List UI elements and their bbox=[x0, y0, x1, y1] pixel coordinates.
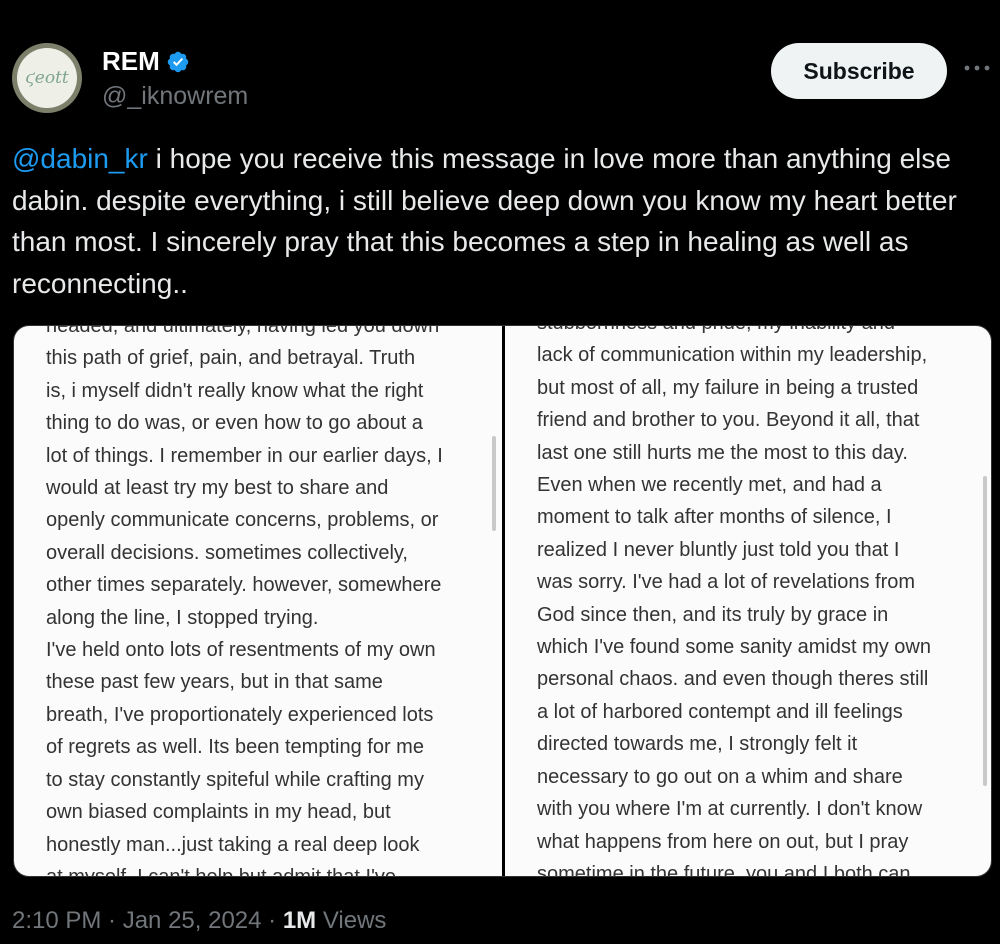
subscribe-button[interactable]: Subscribe bbox=[771, 43, 947, 99]
letter-line: directed towards me, I strongly felt it bbox=[537, 733, 858, 756]
letter-line: breath, I've proportionately experienced… bbox=[46, 703, 434, 726]
letter-line: friend and brother to you. Beyond it all… bbox=[537, 409, 920, 432]
letter-line: which I've found some sanity amidst my o… bbox=[537, 636, 931, 659]
more-horizontal-icon[interactable] bbox=[962, 58, 992, 78]
letter-line: sometime in the future, you and I both c… bbox=[537, 862, 911, 876]
timestamp-text[interactable]: 2:10 PM · Jan 25, 2024 · bbox=[12, 907, 283, 934]
letter-line: Even when we recently met, and had a bbox=[537, 474, 882, 497]
letter-line: would at least try my best to share and bbox=[46, 477, 389, 500]
letter-line: God since then, and its truly by grace i… bbox=[537, 603, 889, 626]
letter-line: along the line, I stopped trying. bbox=[46, 606, 319, 629]
letter-line: but most of all, my failure in being a t… bbox=[537, 376, 919, 399]
letter-line: honestly man...just taking a real deep l… bbox=[46, 833, 420, 856]
letter-line: this path of grief, pain, and betrayal. … bbox=[46, 347, 416, 370]
scrollbar-left[interactable] bbox=[492, 436, 496, 531]
letter-line: stubbornness and pride, my inability and bbox=[537, 326, 931, 339]
views-count: 1M bbox=[282, 907, 317, 934]
letter-line: is, i myself didn't really know what the… bbox=[46, 379, 424, 402]
letter-line: realized I never bluntly just told you t… bbox=[537, 538, 900, 561]
letter-line: these past few years, but in that same bbox=[46, 671, 383, 694]
letter-line: was sorry. I've had a lot of revelations… bbox=[537, 571, 916, 594]
author-display-name[interactable]: REM bbox=[102, 46, 160, 77]
tweet-text: @dabin_kr i hope you receive this messag… bbox=[12, 138, 982, 304]
scrollbar-right[interactable] bbox=[983, 476, 987, 786]
letter-line: lot of things. I remember in our earlier… bbox=[46, 444, 443, 467]
letter-text-right: stubbornness and pride, my inability and… bbox=[537, 326, 931, 876]
views-label: Views bbox=[316, 907, 387, 934]
letter-line: I've held onto lots of resentments of my… bbox=[46, 639, 436, 662]
mention-link[interactable]: @dabin_kr bbox=[12, 143, 148, 174]
verified-badge-icon bbox=[167, 51, 189, 72]
tweet-timestamp: 2:10 PM · Jan 25, 2024 · 1M Views bbox=[12, 907, 386, 935]
tweet-body: i hope you receive this message in love … bbox=[12, 143, 957, 299]
letter-line: necessary to go out on a whim and share bbox=[537, 765, 903, 788]
author-name-row: REM bbox=[102, 46, 190, 77]
letter-line: overall decisions. sometimes collectivel… bbox=[46, 541, 408, 564]
letter-page-right[interactable]: stubbornness and pride, my inability and… bbox=[505, 326, 991, 876]
letter-line: of regrets as well. Its been tempting fo… bbox=[46, 736, 424, 759]
letter-line: other times separately. however, somewhe… bbox=[46, 574, 442, 597]
tweet-media[interactable]: headed, and ultimately, having led you d… bbox=[13, 325, 992, 877]
letter-line: thing to do was, or even how to go about… bbox=[46, 412, 423, 435]
avatar[interactable]: ϛeott bbox=[12, 43, 82, 113]
letter-line: at myself, I can't help but admit that I… bbox=[46, 861, 443, 876]
letter-line: what happens from here on out, but I pra… bbox=[537, 830, 909, 853]
letter-line: to stay constantly spiteful while crafti… bbox=[46, 768, 424, 791]
letter-text-left: headed, and ultimately, having led you d… bbox=[46, 326, 443, 876]
letter-line: personal chaos. and even though theres s… bbox=[537, 668, 929, 691]
letter-line: lack of communication within my leadersh… bbox=[537, 344, 928, 367]
avatar-image: ϛeott bbox=[17, 48, 77, 108]
letter-line: headed, and ultimately, having led you d… bbox=[46, 326, 440, 337]
letter-line: own biased complaints in my head, but bbox=[46, 801, 391, 824]
letter-line: openly communicate concerns, problems, o… bbox=[46, 509, 439, 532]
letter-page-left[interactable]: headed, and ultimately, having led you d… bbox=[14, 326, 502, 876]
letter-line: a lot of harbored contempt and ill feeli… bbox=[537, 700, 903, 723]
author-handle[interactable]: @_iknowrem bbox=[102, 82, 248, 111]
letter-line: with you where I'm at currently. I don't… bbox=[537, 798, 923, 821]
letter-line: moment to talk after months of silence, … bbox=[537, 506, 892, 529]
letter-line: last one still hurts me the most to this… bbox=[537, 441, 908, 464]
